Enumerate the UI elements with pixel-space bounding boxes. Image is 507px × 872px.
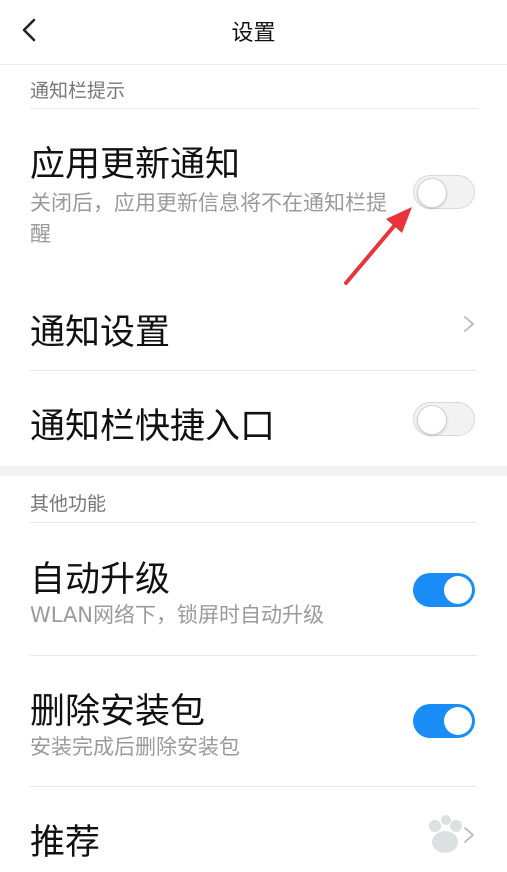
delete-package-toggle[interactable] — [413, 704, 475, 738]
quick-entry-toggle[interactable] — [413, 402, 475, 436]
setting-title: 自动升级 — [30, 560, 171, 600]
setting-notification-settings[interactable]: 通知设置 — [0, 280, 507, 370]
section-gap — [0, 466, 507, 476]
setting-auto-upgrade[interactable]: 自动升级 WLAN网络下，锁屏时自动升级 — [0, 523, 507, 653]
setting-subtitle: 安装完成后删除安装包 — [30, 735, 240, 759]
auto-upgrade-toggle[interactable] — [413, 573, 475, 607]
setting-notification-quick-entry[interactable]: 通知栏快捷入口 — [0, 371, 507, 466]
section-header-other: 其他功能 — [30, 493, 107, 515]
toggle-knob — [444, 576, 472, 604]
setting-subtitle: WLAN网络下，锁屏时自动升级 — [30, 603, 325, 627]
setting-delete-install-package[interactable]: 删除安装包 安装完成后删除安装包 — [0, 656, 507, 786]
page-title: 设置 — [231, 21, 276, 46]
app-update-notification-toggle[interactable] — [413, 175, 475, 209]
chevron-right-icon — [464, 316, 474, 332]
toggle-knob — [417, 405, 447, 435]
setting-title: 删除安装包 — [30, 692, 206, 732]
setting-subtitle: 关闭后，应用更新信息将不在通知栏提醒 — [30, 191, 387, 246]
divider — [30, 108, 477, 109]
toggle-knob — [417, 178, 447, 208]
setting-app-update-notification[interactable]: 应用更新通知 关闭后，应用更新信息将不在通知栏提醒 — [0, 110, 507, 280]
chevron-right-icon — [464, 827, 474, 843]
toggle-knob — [444, 707, 472, 735]
setting-title: 推荐 — [30, 823, 101, 863]
top-bar: 设置 — [0, 0, 507, 65]
setting-title: 应用更新通知 — [30, 145, 241, 185]
setting-title: 通知栏快捷入口 — [30, 407, 276, 447]
setting-title: 通知设置 — [30, 313, 171, 353]
setting-recommend[interactable]: 推荐 — [0, 787, 507, 872]
section-header-notification: 通知栏提示 — [30, 80, 126, 102]
